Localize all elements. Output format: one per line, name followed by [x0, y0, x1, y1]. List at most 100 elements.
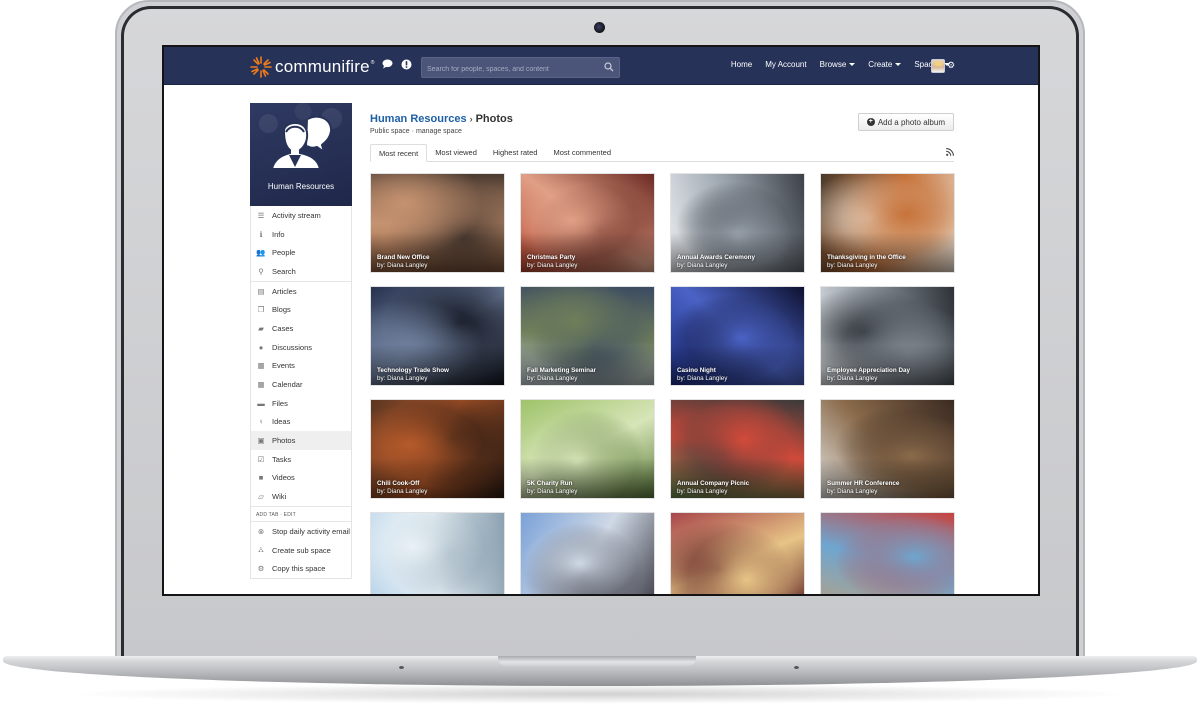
album-author: by: Diana Langley — [827, 261, 878, 269]
photo-album-card[interactable]: Thanksgiving in the Office by: Diana Lang… — [820, 173, 955, 273]
sidebar-item-blogs[interactable]: ❐ Blogs — [251, 300, 351, 319]
photo-album-card[interactable]: Christmas Party by: Diana Langley — [520, 173, 655, 273]
checkbox-icon: ☑ — [257, 454, 265, 464]
sidebar-item-info[interactable]: ℹ Info — [251, 225, 351, 244]
nav-my-account-label: My Account — [765, 60, 807, 69]
photo-album-card[interactable]: Chili Cook-Off by: Diana Langley — [370, 399, 505, 499]
action-label: Copy this space — [272, 564, 326, 574]
manage-space-link[interactable]: manage space — [416, 128, 462, 135]
sidebar-item-activity-stream[interactable]: ☰ Activity stream — [251, 206, 351, 225]
photo-album-card[interactable]: Annual Company Picnic by: Diana Langley — [670, 399, 805, 499]
album-caption: Thanksgiving in the Office by: Diana Lang… — [827, 254, 906, 269]
sidebar-item-events[interactable]: ▦ Events — [251, 357, 351, 376]
sidebar-item-cases[interactable]: ▰ Cases — [251, 319, 351, 338]
add-tab-link[interactable]: ADD TAB — [256, 512, 279, 518]
breadcrumb-space-link[interactable]: Human Resources — [370, 113, 467, 125]
photo-album-card[interactable] — [370, 512, 505, 594]
add-photo-album-button[interactable]: + Add a photo album — [857, 113, 954, 131]
tab-most-viewed[interactable]: Most viewed — [427, 144, 485, 162]
chat-icon[interactable] — [382, 59, 393, 72]
photo-album-card[interactable]: Employee Appreciation Day by: Diana Langl… — [820, 286, 955, 386]
nav-create[interactable]: Create — [868, 60, 902, 69]
top-navigation-bar: communifire ® Home My Account Browse Cre… — [164, 47, 1038, 85]
photo-album-card[interactable]: Annual Awards Ceremony by: Diana Langley — [670, 173, 805, 273]
album-title[interactable]: Summer HR Conference — [827, 480, 899, 488]
rss-icon[interactable] — [946, 148, 954, 156]
space-name: Human Resources — [267, 182, 335, 191]
album-author: by: Diana Langley — [827, 487, 878, 495]
laptop-foot — [794, 666, 799, 669]
brand-name: communifire — [275, 57, 370, 76]
sidebar-item-tasks[interactable]: ☑ Tasks — [251, 450, 351, 469]
tab-highest-rated[interactable]: Highest rated — [485, 144, 546, 162]
album-title[interactable]: Brand New Office — [377, 254, 429, 262]
album-author: by: Diana Langley — [827, 374, 878, 382]
people-icon: 👥 — [256, 248, 266, 258]
album-title[interactable]: Christmas Party — [527, 254, 577, 262]
user-avatar[interactable] — [931, 59, 945, 73]
search-box[interactable] — [421, 57, 620, 79]
photo-album-card[interactable] — [670, 512, 805, 594]
sidebar-item-ideas[interactable]: ♀ Ideas — [251, 413, 351, 432]
album-caption: Chili Cook-Off by: Diana Langley — [377, 480, 427, 495]
sidebar-item-files[interactable]: ▬ Files — [251, 394, 351, 413]
album-title[interactable]: Fall Marketing Seminar — [527, 367, 596, 375]
sidebar-item-discussions[interactable]: ● Discussions — [251, 338, 351, 357]
photo-album-card[interactable]: 5K Charity Run by: Diana Langley — [520, 399, 655, 499]
photo-album-card[interactable]: Brand New Office by: Diana Langley — [370, 173, 505, 273]
sidebar-item-label: Calendar — [272, 380, 303, 390]
edit-tabs-link[interactable]: EDIT — [284, 512, 296, 518]
photo-album-card[interactable] — [520, 512, 655, 594]
comments-icon: ● — [258, 342, 264, 352]
album-author: by: Diana Langley — [677, 261, 728, 269]
sidebar-item-videos[interactable]: ■ Videos — [251, 469, 351, 488]
sidebar-item-search[interactable]: ⚲ Search — [251, 262, 351, 281]
search-input[interactable] — [422, 60, 619, 79]
copy-icon: ⚙ — [257, 564, 265, 574]
sidebar-item-label: Discussions — [272, 342, 313, 352]
add-photo-album-label: Add a photo album — [877, 117, 945, 127]
album-title[interactable]: Chili Cook-Off — [377, 480, 427, 488]
calendar-icon: ▦ — [257, 361, 265, 371]
album-title[interactable]: Thanksgiving in the Office — [827, 254, 906, 262]
tab-most-recent[interactable]: Most recent — [370, 144, 428, 162]
tab-most-commented[interactable]: Most commented — [545, 144, 619, 162]
create-sub-space-action[interactable]: ⛼ Create sub space — [251, 541, 351, 560]
album-cover-image — [671, 513, 804, 594]
album-title[interactable]: Employee Appreciation Day — [827, 367, 910, 375]
sidebar-item-people[interactable]: 👥 People — [251, 243, 351, 262]
brand-logo[interactable]: communifire ® — [250, 56, 374, 78]
briefcase-icon: ▰ — [258, 323, 264, 333]
album-title[interactable]: Technology Trade Show — [377, 367, 449, 375]
nav-browse[interactable]: Browse — [820, 60, 856, 69]
stop-daily-email-action[interactable]: ⊗ Stop daily activity email — [251, 522, 351, 541]
photo-album-card[interactable]: Fall Marketing Seminar by: Diana Langley — [520, 286, 655, 386]
album-title[interactable]: 5K Charity Run — [527, 480, 577, 488]
sidebar-item-calendar[interactable]: ▦ Calendar — [251, 375, 351, 394]
sidebar-item-label: Blogs — [272, 305, 291, 315]
album-title[interactable]: Annual Awards Ceremony — [677, 254, 755, 262]
search-icon[interactable] — [604, 62, 614, 72]
photo-album-card[interactable]: Technology Trade Show by: Diana Langley — [370, 286, 505, 386]
nav-my-account[interactable]: My Account — [765, 60, 806, 69]
photo-album-card[interactable] — [820, 512, 955, 594]
photo-album-card[interactable]: Casino Night by: Diana Langley — [670, 286, 805, 386]
sidebar-item-photos[interactable]: ▣ Photos — [251, 431, 351, 450]
gear-icon[interactable]: ⚙ — [947, 60, 955, 71]
laptop-foot — [399, 666, 404, 669]
sidebar-item-wiki[interactable]: ▱ Wiki — [251, 487, 351, 506]
sidebar-item-articles[interactable]: ▤ Articles — [251, 282, 351, 301]
photo-album-card[interactable]: Summer HR Conference by: Diana Langley — [820, 399, 955, 499]
album-author: by: Diana Langley — [377, 487, 428, 495]
album-caption: Fall Marketing Seminar by: Diana Langley — [527, 367, 596, 382]
album-author: by: Diana Langley — [677, 374, 728, 382]
space-card[interactable]: Human Resources — [250, 103, 352, 206]
wiki-icon: ▱ — [258, 492, 264, 502]
album-caption: Annual Company Picnic by: Diana Langley — [677, 480, 749, 495]
album-title[interactable]: Annual Company Picnic — [677, 480, 749, 488]
sidebar-item-label: Events — [272, 361, 295, 371]
album-title[interactable]: Casino Night — [677, 367, 727, 375]
nav-home[interactable]: Home — [731, 60, 752, 69]
alert-icon[interactable] — [401, 59, 412, 73]
copy-space-action[interactable]: ⚙ Copy this space — [251, 559, 351, 578]
